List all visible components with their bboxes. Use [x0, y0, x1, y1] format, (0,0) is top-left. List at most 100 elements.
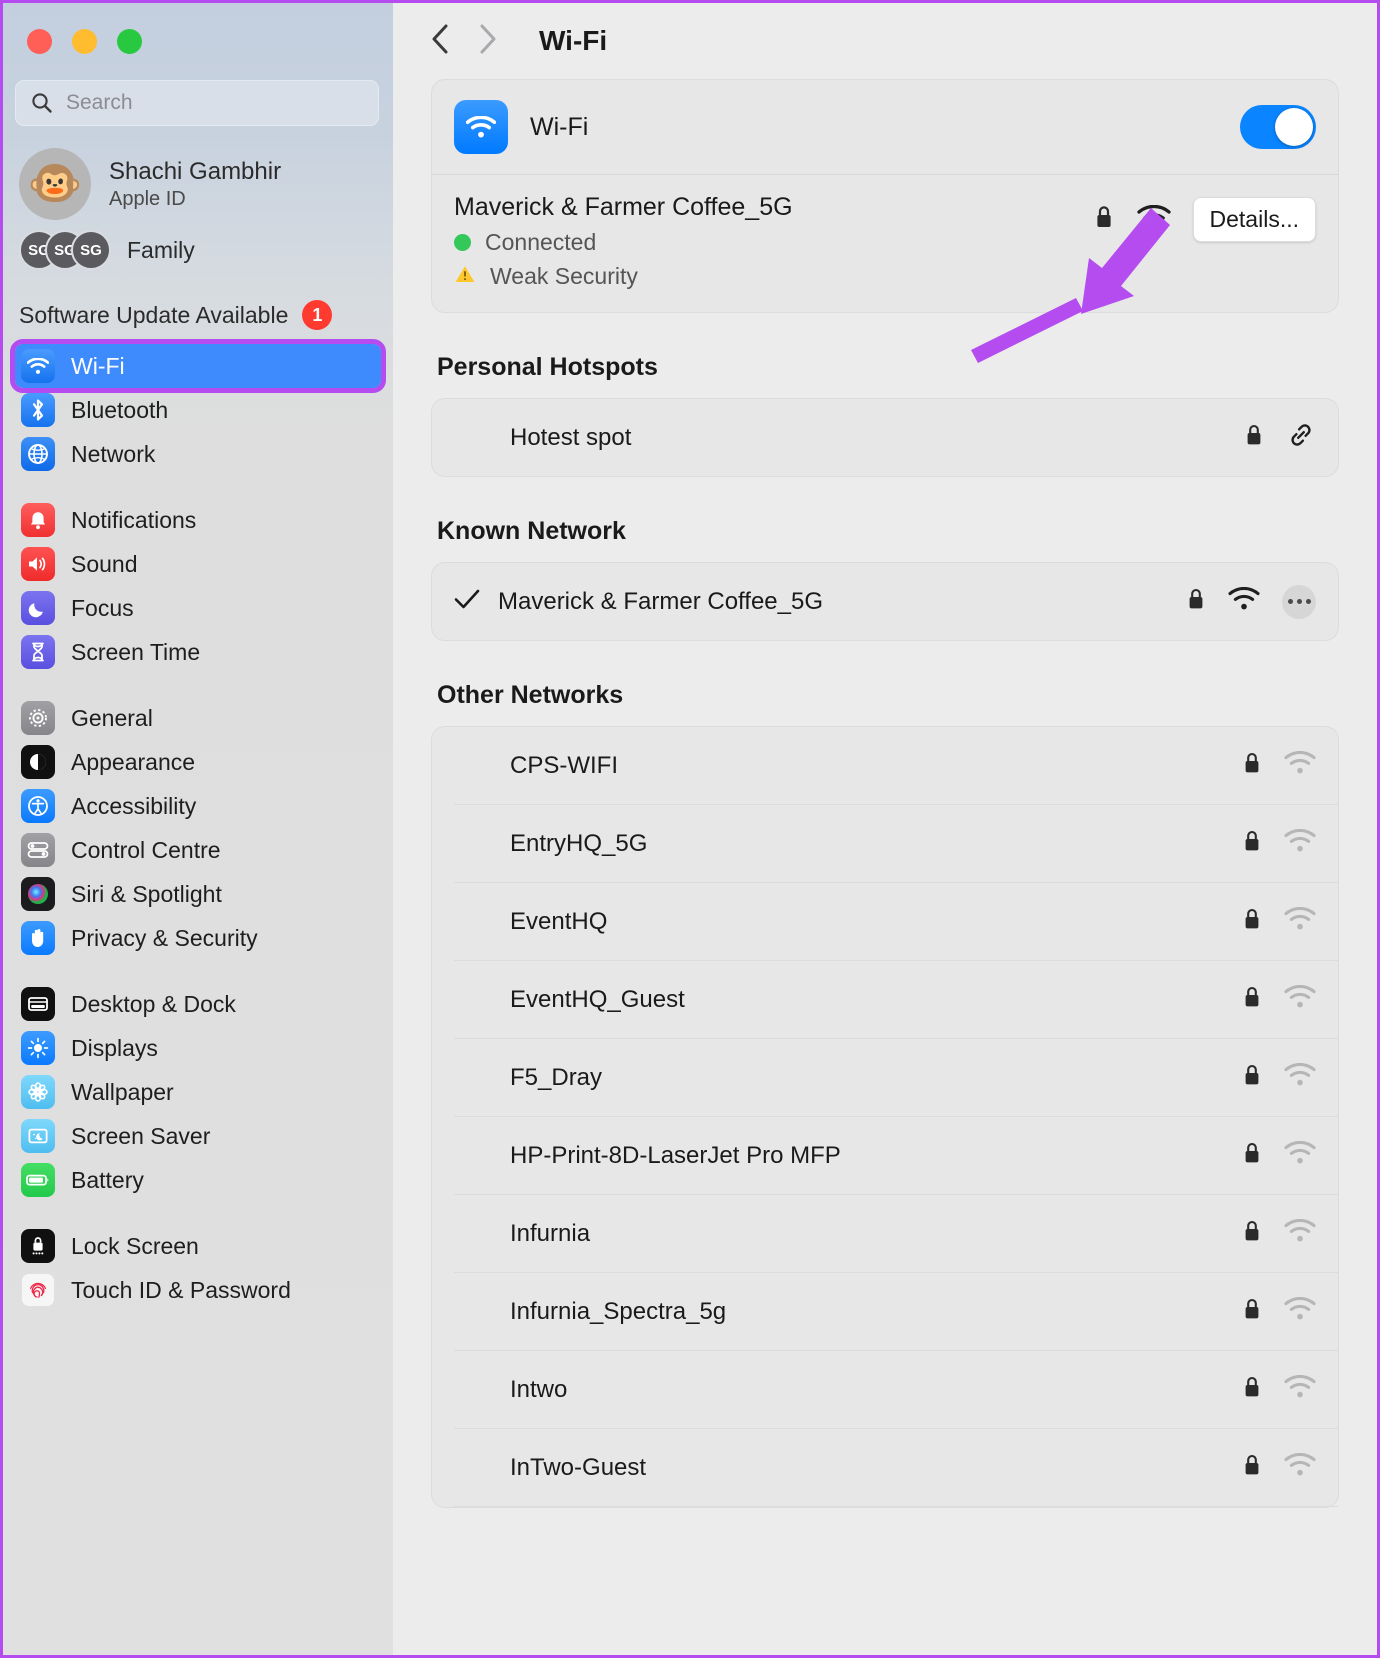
lock-icon — [1242, 1218, 1262, 1249]
wifi-signal-faded-icon — [1284, 1374, 1316, 1404]
sidebar-item-bluetooth[interactable]: Bluetooth — [15, 388, 381, 432]
family-item[interactable]: SG SG SG Family — [3, 220, 393, 270]
wifi-signal-icon — [1136, 204, 1171, 235]
sidebar-item-label: Control Centre — [71, 836, 221, 863]
desktop-dock-icon — [21, 987, 55, 1021]
sidebar-item-label: Lock Screen — [71, 1232, 199, 1259]
sidebar-item-touch-id-password[interactable]: Touch ID & Password — [15, 1268, 381, 1312]
sidebar-group-system: General Appearance Accessibility Control… — [3, 696, 393, 960]
sidebar-item-notifications[interactable]: Notifications — [15, 498, 381, 542]
network-name: HP-Print-8D-LaserJet Pro MFP — [510, 1141, 841, 1169]
chevron-right-icon[interactable] — [477, 22, 499, 61]
family-avatars: SG SG SG — [19, 230, 111, 270]
brightness-icon — [21, 1031, 55, 1065]
chevron-left-icon[interactable] — [429, 22, 451, 61]
close-button[interactable] — [27, 29, 52, 54]
list-item[interactable]: Infurnia_Spectra_5g — [432, 1273, 1338, 1350]
list-item[interactable]: CPS-WIFI — [432, 727, 1338, 804]
software-update-label: Software Update Available — [19, 301, 289, 328]
lock-icon — [1242, 750, 1262, 781]
sidebar-item-control-centre[interactable]: Control Centre — [15, 828, 381, 872]
sidebar-item-appearance[interactable]: Appearance — [15, 740, 381, 784]
status-badge: 1 — [302, 300, 333, 330]
list-item[interactable]: F5_Dray — [432, 1039, 1338, 1116]
wifi-signal-faded-icon — [1284, 1218, 1316, 1248]
sidebar-item-lock-screen[interactable]: Lock Screen — [15, 1224, 381, 1268]
sidebar-item-siri-spotlight[interactable]: Siri & Spotlight — [15, 872, 381, 916]
list-item[interactable]: Hotest spot — [432, 399, 1338, 476]
wifi-signal-faded-icon — [1284, 828, 1316, 858]
sidebar-item-privacy-security[interactable]: Privacy & Security — [15, 916, 381, 960]
battery-icon — [21, 1163, 55, 1197]
security-warning-label: Weak Security — [490, 263, 638, 289]
apple-id-item[interactable]: 🐵 Shachi Gambhir Apple ID — [3, 126, 393, 220]
network-name: EntryHQ_5G — [510, 829, 648, 857]
lock-icon — [1242, 906, 1262, 937]
sidebar-item-sound[interactable]: Sound — [15, 542, 381, 586]
siri-icon — [21, 877, 55, 911]
sidebar-item-battery[interactable]: Battery — [15, 1158, 381, 1202]
lock-icon — [1242, 1452, 1262, 1483]
switches-icon — [21, 833, 55, 867]
wifi-card-label: Wi-Fi — [530, 112, 589, 141]
network-name: F5_Dray — [510, 1063, 603, 1091]
other-networks-card: CPS-WIFI EntryHQ_5G EventHQ EventHQ_Gues… — [431, 726, 1339, 1508]
list-item[interactable]: EntryHQ_5G — [432, 805, 1338, 882]
appearance-icon — [21, 745, 55, 779]
toggle-knob — [1275, 108, 1313, 146]
avatar-glyph: 🐵 — [27, 159, 83, 208]
sidebar-item-label: Screen Time — [71, 638, 201, 665]
sidebar-item-label: Accessibility — [71, 792, 197, 819]
list-item[interactable]: Intwo — [432, 1351, 1338, 1428]
list-item[interactable]: Maverick & Farmer Coffee_5G — [432, 563, 1338, 640]
list-item[interactable]: EventHQ_Guest — [432, 961, 1338, 1038]
gear-icon — [21, 701, 55, 735]
sidebar-item-network[interactable]: Network — [15, 432, 381, 476]
section-title-known-network: Known Network — [437, 517, 626, 545]
sidebar-item-screen-saver[interactable]: Screen Saver — [15, 1114, 381, 1158]
toolbar: Wi-Fi — [393, 3, 1377, 79]
sidebar-group-alerts: Notifications Sound Focus Screen Time — [3, 498, 393, 674]
list-item[interactable]: Infurnia — [432, 1195, 1338, 1272]
sidebar-item-general[interactable]: General — [15, 696, 381, 740]
search-placeholder: Search — [66, 91, 133, 114]
sidebar-item-desktop-dock[interactable]: Desktop & Dock — [15, 982, 381, 1026]
sidebar-item-label: Notifications — [71, 506, 197, 533]
sidebar-item-displays[interactable]: Displays — [15, 1026, 381, 1070]
wifi-signal-faded-icon — [1284, 750, 1316, 780]
bluetooth-icon — [21, 393, 55, 427]
network-name: CPS-WIFI — [510, 751, 618, 779]
sidebar-item-screen-time[interactable]: Screen Time — [15, 630, 381, 674]
search-icon — [30, 91, 54, 115]
section-title-personal-hotspots: Personal Hotspots — [437, 353, 658, 381]
sidebar-item-accessibility[interactable]: Accessibility — [15, 784, 381, 828]
details-button[interactable]: Details... — [1192, 197, 1316, 242]
list-item[interactable]: EventHQ — [432, 883, 1338, 960]
network-name: Hotest spot — [510, 423, 632, 451]
lock-icon — [1093, 203, 1115, 236]
connected-network-row[interactable]: Maverick & Farmer Coffee_5G Connected We… — [432, 175, 1338, 312]
flower-icon — [21, 1075, 55, 1109]
wifi-signal-faded-icon — [1284, 1452, 1316, 1482]
fingerprint-icon — [21, 1273, 55, 1307]
sidebar-item-label: General — [71, 704, 153, 731]
wifi-toggle[interactable] — [1240, 105, 1316, 149]
sidebar-nav: Wi-Fi Bluetooth Network Notifications So… — [3, 339, 393, 1312]
minimize-button[interactable] — [72, 29, 97, 54]
software-update-item[interactable]: Software Update Available 1 — [3, 270, 393, 330]
sidebar-item-label: Battery — [71, 1166, 144, 1193]
wifi-card: Wi-Fi Maverick & Farmer Coffee_5G Connec… — [431, 79, 1339, 313]
list-item[interactable]: InTwo-Guest — [432, 1429, 1338, 1506]
wifi-signal-faded-icon — [1284, 1062, 1316, 1092]
sidebar-item-focus[interactable]: Focus — [15, 586, 381, 630]
zoom-button[interactable] — [117, 29, 142, 54]
window-traffic-lights — [3, 3, 393, 54]
search-input[interactable]: Search — [15, 80, 379, 126]
sidebar-item-wi-fi[interactable]: Wi-Fi — [10, 339, 386, 393]
account-subtitle: Apple ID — [109, 187, 186, 210]
sidebar-item-wallpaper[interactable]: Wallpaper — [15, 1070, 381, 1114]
sidebar-item-label: Desktop & Dock — [71, 990, 236, 1017]
list-item[interactable]: HP-Print-8D-LaserJet Pro MFP — [432, 1117, 1338, 1194]
sidebar-item-label: Sound — [71, 550, 138, 577]
more-icon[interactable] — [1282, 584, 1316, 619]
